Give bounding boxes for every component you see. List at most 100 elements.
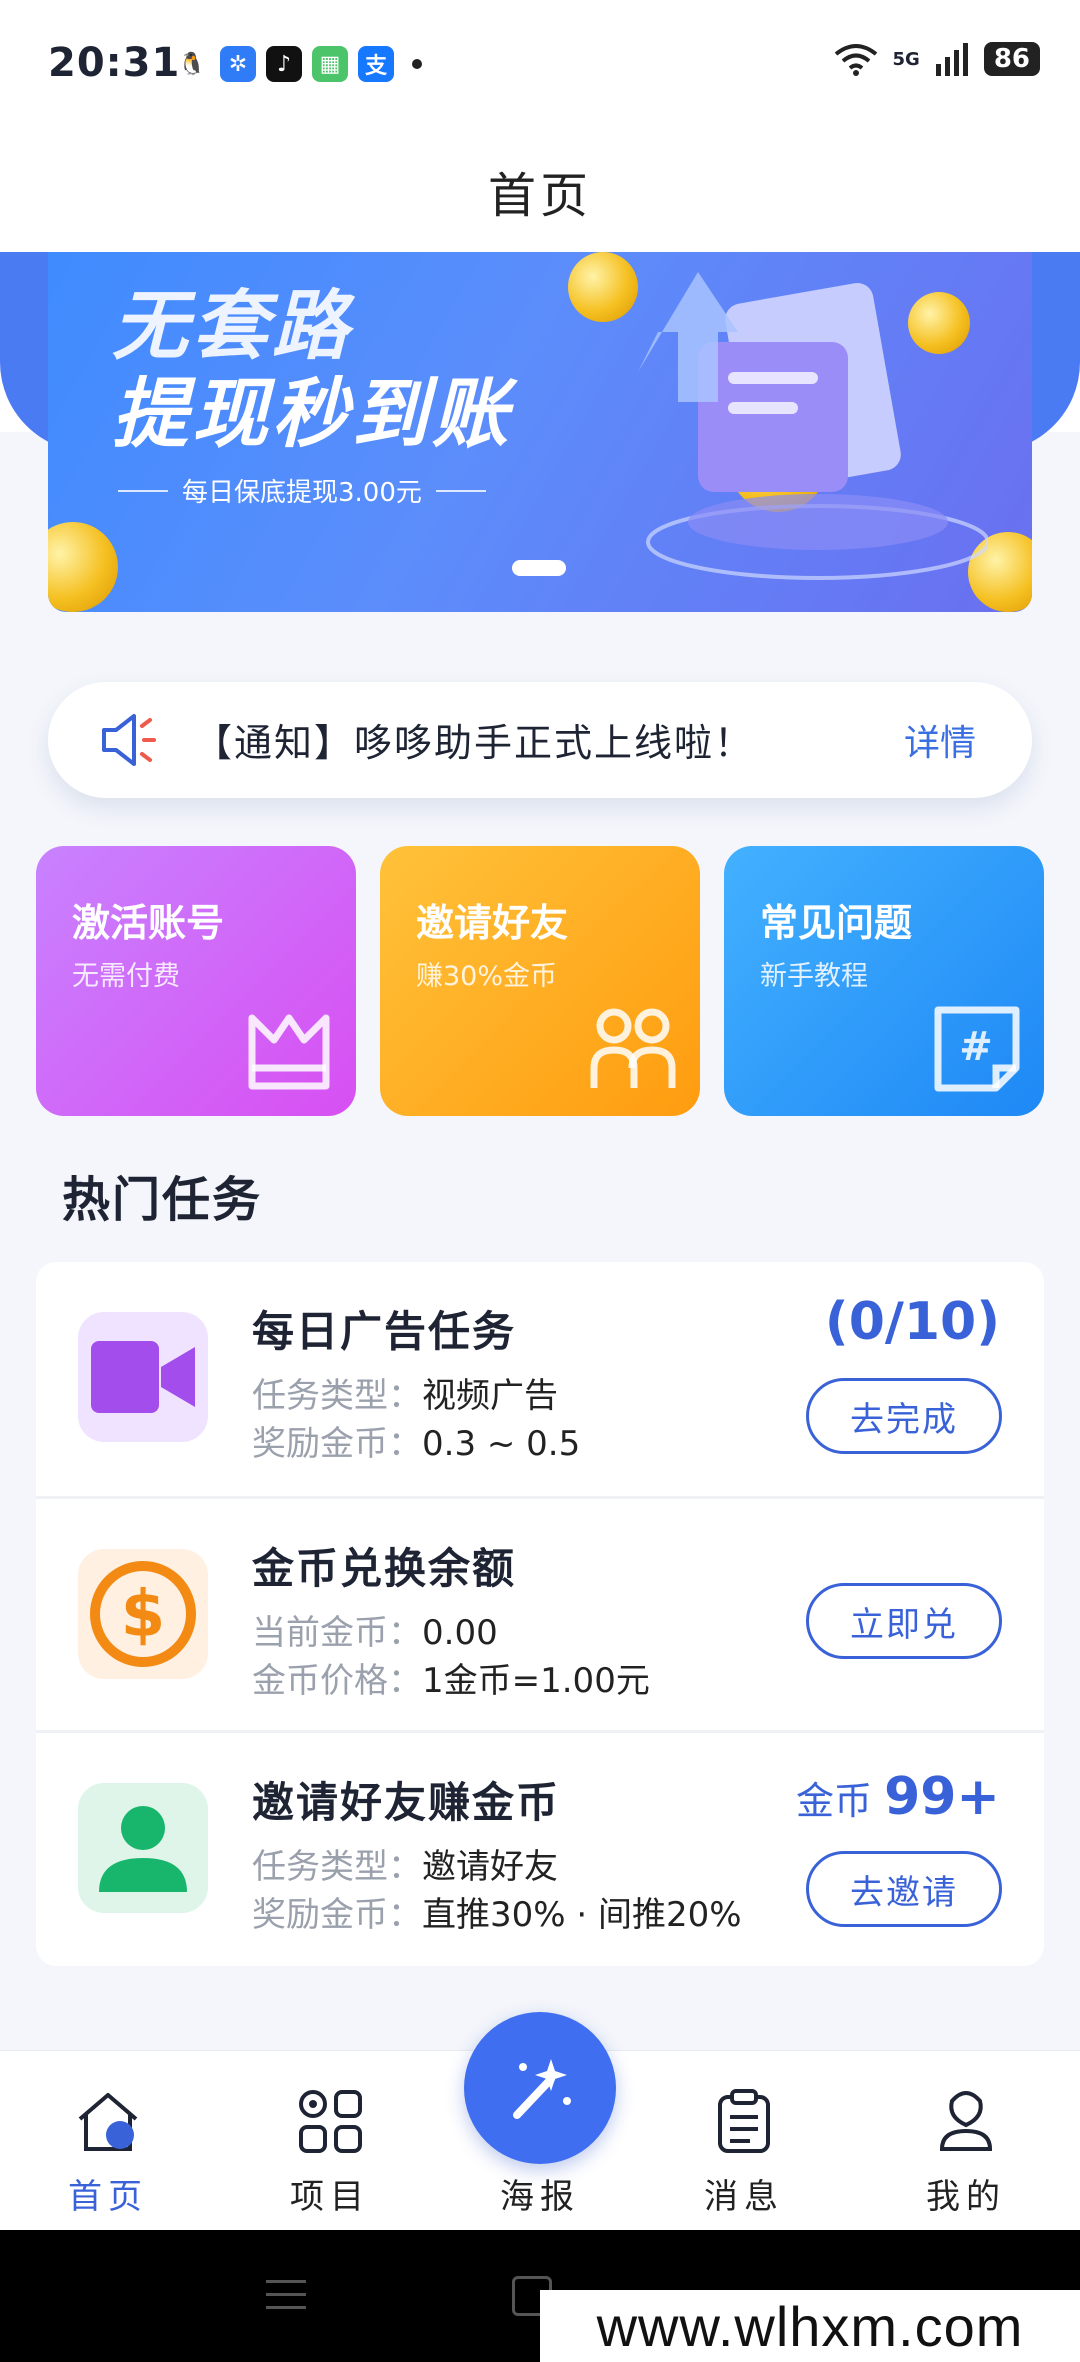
reward-illustration [638,272,988,580]
task-icon [78,1312,208,1442]
task-detail-value: 直推30% · 间推20% [422,1895,742,1935]
task-detail-key: 任务类型： [252,1376,422,1416]
coin-icon [48,522,118,612]
svg-text:#: # [959,1024,993,1070]
coin-label: 金币 [796,1779,873,1823]
divider [435,489,486,492]
tab-home[interactable]: 首页 [28,2051,188,2231]
task-icon: $ [78,1549,208,1679]
task-list: 每日广告任务 任务类型：视频广告 奖励金币：0.3 ~ 0.5 (0/10) 去… [36,1262,1044,1966]
task-detail: 奖励金币：0.3 ~ 0.5 [252,1416,580,1465]
battery-level: 86 [983,42,1040,76]
crown-icon [248,1014,330,1090]
friends-icon [590,1008,676,1088]
task-detail-key: 任务类型： [252,1847,422,1887]
wifi-icon [834,44,877,76]
complete-task-button[interactable]: 去完成 [806,1378,1002,1454]
task-detail-key: 奖励金币： [252,1424,422,1464]
task-row-coin-exchange: $ 金币兑换余额 当前金币：0.00 金币价格：1金币=1.00元 立即兑 [36,1496,1044,1730]
megaphone-icon [102,714,156,766]
pinwheel-app-icon: ✲ [220,46,256,82]
page-title: 首页 [487,168,592,224]
status-time: 20:31 [48,40,181,86]
task-detail: 当前金币：0.00 [252,1605,498,1654]
task-detail: 金币价格：1金币=1.00元 [252,1653,650,1702]
notification-app-icons: 🐧 ✲ ♪ ▦ 支 [174,46,422,82]
grid-icon [299,2090,362,2153]
notice-bar[interactable]: 【通知】哆哆助手正式上线啦！ 详情 [48,682,1032,798]
status-indicators: 5G 86 [833,42,1040,76]
card-subtitle: 赚30%金币 [416,961,558,992]
task-detail-value: 0.00 [422,1613,498,1653]
alipay-icon: 支 [358,46,394,82]
tab-messages[interactable]: 消息 [664,2051,824,2231]
notice-text: 【通知】哆哆助手正式上线啦！ [194,721,755,765]
faq-card[interactable]: 常见问题 新手教程 # [724,846,1044,1116]
task-detail: 奖励金币：直推30% · 间推20% [252,1887,742,1936]
hashtag-note-icon: # [934,1006,1020,1092]
card-subtitle: 新手教程 [760,961,868,992]
task-icon [78,1783,208,1913]
magic-wand-icon [513,2059,571,2119]
signal-icon [935,43,968,76]
task-row-daily-ads: 每日广告任务 任务类型：视频广告 奖励金币：0.3 ~ 0.5 (0/10) 去… [36,1262,1044,1496]
banner-subtitle: 每日保底提现3.00元 [118,472,486,509]
task-title: 每日广告任务 [252,1307,517,1356]
task-detail-value: 0.3 ~ 0.5 [422,1424,581,1464]
section-title: 热门任务 [62,1172,263,1228]
task-detail-value: 1金币=1.00元 [422,1661,650,1701]
notice-detail-link[interactable]: 详情 [904,714,976,766]
home-icon [78,2093,138,2151]
svg-text:$: $ [121,1578,166,1652]
tab-profile[interactable]: 我的 [886,2051,1046,2231]
task-detail-value: 视频广告 [422,1376,558,1416]
more-notifications-dot [412,59,422,69]
exchange-now-button[interactable]: 立即兑 [806,1583,1002,1659]
activate-account-card[interactable]: 激活账号 无需付费 [36,846,356,1116]
card-title: 激活账号 [72,901,225,945]
task-detail-value: 邀请好友 [422,1847,558,1887]
home-screen: 20:31 🐧 ✲ ♪ ▦ 支 5G 86 首页 无套路 提现秒到账 每日保底提… [0,0,1080,2362]
carousel-indicator[interactable] [512,560,566,576]
clipboard-icon [718,2089,770,2153]
video-camera-icon [91,1341,195,1413]
task-progress: (0/10) [824,1292,1000,1352]
invite-friends-card[interactable]: 邀请好友 赚30%金币 [380,846,700,1116]
card-title: 邀请好友 [416,901,569,945]
tab-label: 海报 [500,2177,580,2217]
invite-button[interactable]: 去邀请 [806,1851,1002,1927]
coin-value: 99+ [884,1767,1000,1827]
qq-icon: 🐧 [178,51,206,77]
promo-banner[interactable]: 无套路 提现秒到账 每日保底提现3.00元 [48,252,1032,612]
task-title: 金币兑换余额 [252,1544,517,1593]
task-row-invite: 邀请好友赚金币 任务类型：邀请好友 奖励金币：直推30% · 间推20% 金币 … [36,1730,1044,1964]
task-detail: 任务类型：邀请好友 [252,1839,558,1888]
recent-apps-button[interactable] [266,2280,306,2319]
task-detail: 任务类型：视频广告 [252,1368,558,1417]
page-header: 首页 [0,130,1080,252]
user-icon [99,1806,187,1892]
task-detail-key: 金币价格： [252,1661,422,1701]
watermark: www.wlhxm.com [540,2290,1080,2362]
card-subtitle: 无需付费 [72,961,180,992]
tab-label: 首页 [68,2177,148,2217]
coin-reward: 金币 99+ [796,1767,1000,1827]
tab-projects[interactable]: 项目 [250,2051,410,2231]
task-detail-key: 当前金币： [252,1613,422,1653]
profile-icon [939,2091,993,2151]
status-bar: 20:31 🐧 ✲ ♪ ▦ 支 5G 86 [0,0,1080,130]
task-title: 邀请好友赚金币 [252,1778,561,1827]
card-title: 常见问题 [760,901,913,945]
game-app-icon: ▦ [312,46,348,82]
tiktok-icon: ♪ [266,46,302,82]
poster-fab-button[interactable] [464,2012,616,2164]
banner-subtitle-text: 每日保底提现3.00元 [182,478,422,508]
tab-label: 项目 [290,2177,370,2217]
dollar-coin-icon: $ [90,1561,196,1667]
tab-label: 消息 [704,2177,784,2217]
task-detail-key: 奖励金币： [252,1895,422,1935]
banner-headline-2: 提现秒到账 [112,369,512,458]
divider [118,489,168,492]
tab-label: 我的 [926,2177,1006,2217]
network-type: 5G [892,48,920,70]
